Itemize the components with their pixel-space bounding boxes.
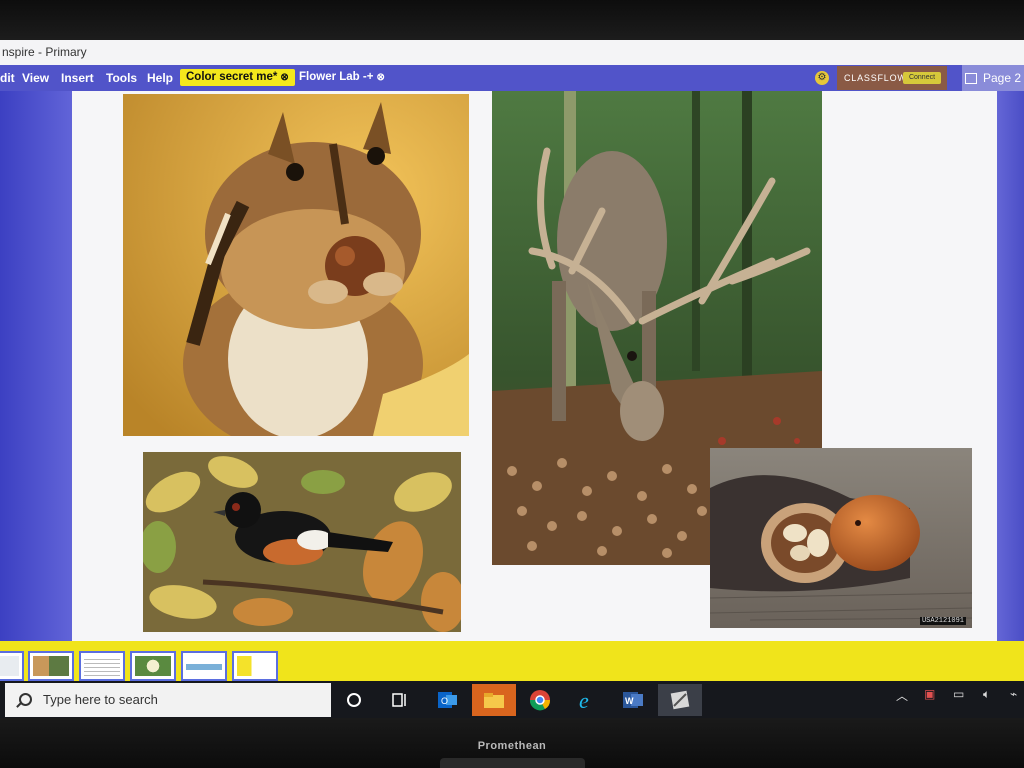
internet-explorer-icon[interactable]: e <box>571 684 603 716</box>
menu-help[interactable]: Help <box>147 65 173 91</box>
outlook-icon[interactable]: O <box>431 684 463 716</box>
search-icon <box>19 693 32 706</box>
activinspire-icon[interactable] <box>658 684 702 716</box>
menu-bar: dit View Insert Tools Help Color secret … <box>0 65 1024 91</box>
towhee-photo[interactable] <box>143 452 461 632</box>
classflow-label: CLASSFLOW <box>844 73 907 83</box>
task-view-icon[interactable] <box>383 684 415 716</box>
tab-label: Color secret me* <box>186 71 278 83</box>
menu-tools[interactable]: Tools <box>106 65 137 91</box>
monitor-bezel-top <box>0 0 1024 40</box>
page-icon <box>965 73 977 85</box>
tab-color-secret[interactable]: Color secret me* ⊗ <box>180 69 295 86</box>
brand-label: Promethean <box>477 740 547 752</box>
taskbar-search[interactable]: Type here to search <box>5 683 331 717</box>
tab-close-icon[interactable]: ⊗ <box>376 72 384 83</box>
tab-flower-lab[interactable]: Flower Lab -+ ⊗ <box>293 69 391 86</box>
battery-icon[interactable]: ▭ <box>953 687 964 701</box>
tray-alert-icon[interactable]: ▣ <box>924 687 935 701</box>
screen: nspire - Primary dit View Insert Tools H… <box>0 40 1024 718</box>
tray-chevron-icon[interactable]: ︿ <box>896 687 908 704</box>
menu-view[interactable]: View <box>22 65 49 91</box>
cortana-icon[interactable] <box>338 684 370 716</box>
window-title: nspire - Primary <box>0 40 1024 65</box>
page-indicator[interactable]: Page 2 <box>962 65 1024 91</box>
tab-label: Flower Lab -+ <box>299 71 374 83</box>
settings-icon[interactable]: ⚙ <box>815 71 829 85</box>
acorn-photo[interactable]: USA2121091 <box>710 448 972 628</box>
connect-button[interactable]: Connect <box>903 72 941 84</box>
right-margin <box>997 91 1024 651</box>
left-margin <box>0 91 72 651</box>
network-icon[interactable]: ⌁ <box>1010 687 1017 701</box>
menu-edit[interactable]: dit <box>0 65 15 91</box>
page-thumbnail-3[interactable] <box>79 651 125 681</box>
chipmunk-photo[interactable] <box>123 94 469 436</box>
photo-id-label: USA2121091 <box>919 617 966 625</box>
svg-text:W: W <box>625 696 634 706</box>
search-placeholder: Type here to search <box>43 692 158 707</box>
word-icon[interactable]: W <box>617 684 649 716</box>
page-thumbnail-4[interactable] <box>130 651 176 681</box>
volume-icon[interactable]: 🔈︎ <box>983 687 990 702</box>
monitor-tray <box>440 758 585 768</box>
svg-text:O: O <box>441 696 448 706</box>
taskbar: Type here to search O e W ︿ ▣ ▭ 🔈︎ ⌁ <box>0 681 1024 718</box>
page-thumbnail-6[interactable] <box>232 651 278 681</box>
svg-text:e: e <box>579 688 589 713</box>
menu-insert[interactable]: Insert <box>61 65 94 91</box>
monitor-brand: Promethean <box>0 740 1024 754</box>
file-explorer-icon[interactable] <box>472 684 516 716</box>
page-thumbnail-5[interactable] <box>181 651 227 681</box>
page-label: Page 2 <box>983 71 1022 85</box>
flipchart-canvas[interactable]: USA2121091 <box>72 91 997 641</box>
chrome-icon[interactable] <box>524 684 556 716</box>
page-sorter <box>0 641 1024 681</box>
classflow-panel: CLASSFLOW Connect <box>837 66 947 90</box>
tab-close-icon[interactable]: ⊗ <box>280 72 288 83</box>
page-thumbnail-2[interactable] <box>28 651 74 681</box>
page-thumbnail-1[interactable] <box>0 651 24 681</box>
